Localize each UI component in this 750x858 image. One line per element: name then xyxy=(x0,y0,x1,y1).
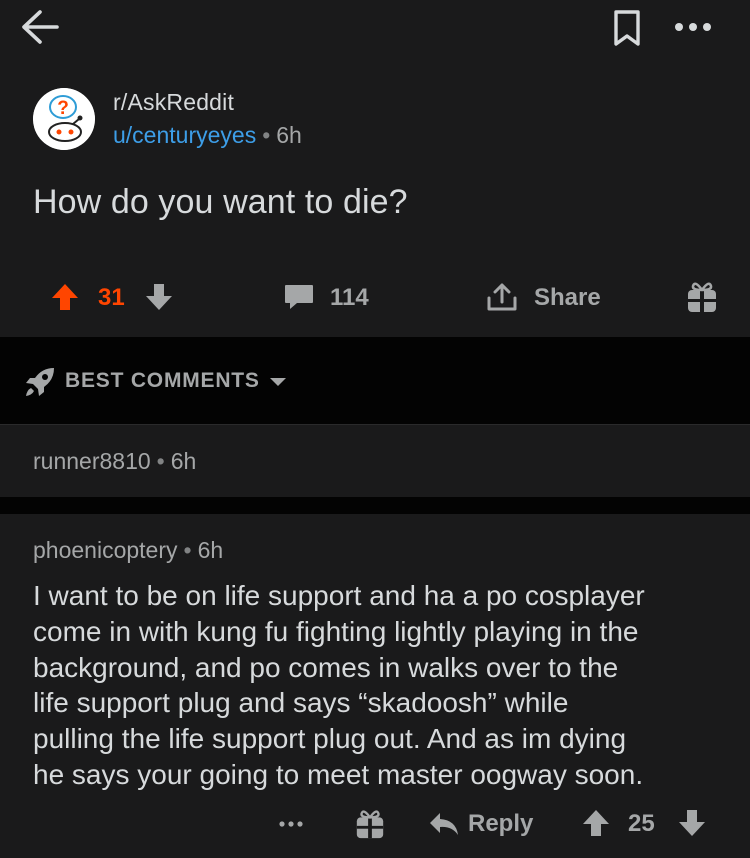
save-button[interactable] xyxy=(612,8,642,48)
collapsed-comment-age: 6h xyxy=(170,448,197,474)
subreddit-avatar[interactable]: ? xyxy=(33,88,95,150)
comment-score: 25 xyxy=(628,810,655,837)
post-title: How do you want to die? xyxy=(33,183,408,221)
bookmark-icon xyxy=(614,10,640,46)
downvote-button[interactable] xyxy=(144,282,174,312)
subreddit-name[interactable]: r/AskReddit xyxy=(113,89,234,116)
comment-line: life support plug and says “skadoosh” wh… xyxy=(33,687,569,719)
comment-divider xyxy=(0,497,750,514)
post-author[interactable]: u/centuryeyes xyxy=(113,122,256,148)
reply-button[interactable]: Reply xyxy=(428,806,548,842)
comment-age: 6h xyxy=(197,537,224,563)
collapsed-comment-meta: runner8810 • 6h xyxy=(33,448,196,475)
sort-label: BEST COMMENTS xyxy=(65,369,260,392)
reply-arrow-icon xyxy=(430,813,458,835)
more-options-button[interactable] xyxy=(668,10,718,42)
collapsed-comment-author[interactable]: runner8810 xyxy=(33,448,151,474)
ellipsis-icon xyxy=(279,821,303,827)
sort-bar: BEST COMMENTS xyxy=(0,337,750,424)
gift-icon xyxy=(688,282,716,312)
award-button[interactable] xyxy=(685,280,719,314)
comments-button[interactable]: 114 xyxy=(283,280,383,314)
upvote-button[interactable] xyxy=(50,282,80,312)
rocket-icon xyxy=(26,368,54,396)
gift-icon xyxy=(356,810,384,839)
meta-separator: • xyxy=(156,448,165,474)
comment-body: I want to be on life support and ha a po… xyxy=(33,578,723,793)
comment-bubble-icon xyxy=(285,285,313,309)
askreddit-logo-icon: ? xyxy=(33,88,95,150)
reply-label: Reply xyxy=(468,810,534,837)
comment-award-button[interactable] xyxy=(354,808,386,840)
back-button[interactable] xyxy=(20,6,60,46)
meta-separator: • xyxy=(183,537,192,563)
comment-downvote-button[interactable] xyxy=(677,808,707,838)
comment-line: background, and po comes in walks over t… xyxy=(33,651,619,683)
comment-meta: phoenicoptery • 6h xyxy=(33,537,223,564)
post-meta: u/centuryeyes • 6h xyxy=(113,122,302,149)
upvote-arrow-icon xyxy=(583,810,609,836)
comment-line: pulling the life support plug out. And a… xyxy=(33,723,627,755)
upvote-arrow-icon xyxy=(52,284,78,310)
downvote-arrow-icon xyxy=(146,284,172,310)
post-vote-count: 31 xyxy=(98,284,125,311)
comment-line: I want to be on life support and ha a po… xyxy=(33,580,645,611)
svg-text:?: ? xyxy=(57,98,69,119)
comment-line: he says your going to meet master oogway… xyxy=(33,758,644,790)
share-label: Share xyxy=(534,284,601,311)
comment-more-button[interactable] xyxy=(276,814,306,834)
post-age: 6h xyxy=(276,122,302,148)
arrow-left-icon xyxy=(22,10,59,44)
share-button[interactable]: Share xyxy=(486,280,616,314)
downvote-arrow-icon xyxy=(679,810,705,836)
caret-down-icon xyxy=(270,378,286,386)
share-icon xyxy=(487,283,517,311)
comment-upvote-button[interactable] xyxy=(581,808,611,838)
comments-count: 114 xyxy=(330,284,369,311)
comment-line: come in with kung fu fighting lightly pl… xyxy=(33,615,639,647)
ellipsis-icon xyxy=(675,23,711,31)
collapsed-comment[interactable]: runner8810 • 6h xyxy=(0,424,750,498)
sort-dropdown[interactable]: BEST COMMENTS xyxy=(24,364,324,398)
comment-author[interactable]: phoenicoptery xyxy=(33,537,178,563)
meta-separator: • xyxy=(262,122,271,148)
